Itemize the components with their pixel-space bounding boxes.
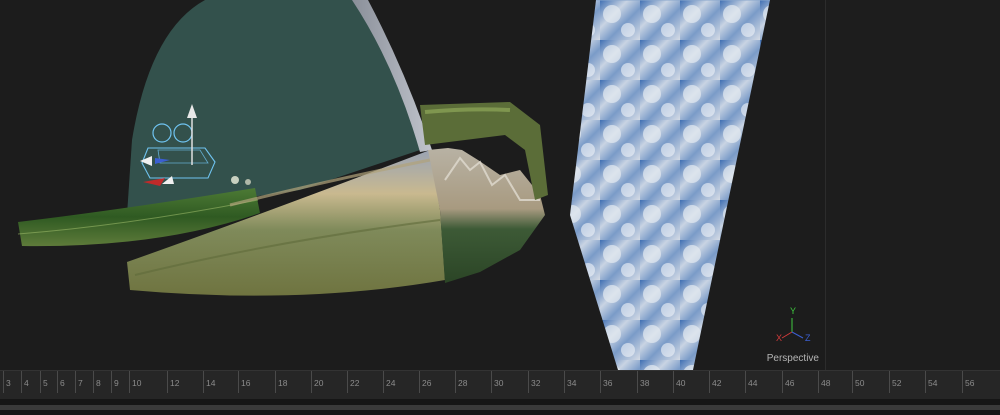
timeline-tick: 30 [491,371,503,393]
timeline-ruler[interactable]: 3 4 5 6 7 8 9 10 12 14 16 18 20 22 24 26 28 30 32 34 36 38 40 4… [0,370,1000,399]
timeline-tick: 56 [962,371,974,393]
timeline-scroll-track[interactable] [0,405,1000,410]
timeline-tick: 22 [347,371,359,393]
timeline-tick: 18 [275,371,287,393]
timeline-tick: 50 [852,371,864,393]
timeline-tick: 34 [564,371,576,393]
timeline-tick: 12 [167,371,179,393]
timeline-tick: 24 [383,371,395,393]
timeline-tick: 44 [745,371,757,393]
timeline-tick: 40 [673,371,685,393]
timeline-tick: 28 [455,371,467,393]
timeline-tick: 46 [782,371,794,393]
timeline-tick: 52 [889,371,901,393]
timeline-tick: 54 [925,371,937,393]
timeline-tick: 36 [600,371,612,393]
side-panel [825,0,1000,370]
sky-image-plane [570,0,770,370]
axis-z-label: Z [805,333,811,343]
timeline-tick: 10 [129,371,141,393]
timeline-tick: 20 [311,371,323,393]
timeline-tick: 26 [419,371,431,393]
axis-y-label: Y [790,306,797,316]
timeline-tick: 48 [818,371,830,393]
axis-x-label: X [776,333,783,343]
timeline-tick: 3 [3,371,11,393]
timeline-tick: 7 [75,371,83,393]
timeline-tick: 42 [709,371,721,393]
timeline-tick: 14 [203,371,215,393]
mountain-strip [428,148,545,283]
timeline-tick: 4 [21,371,29,393]
scene-render [17,0,770,370]
timeline-tick: 9 [111,371,119,393]
timeline-tick: 38 [637,371,649,393]
timeline-tick: 5 [40,371,48,393]
timeline-tick: 8 [93,371,101,393]
timeline-scrollbar[interactable] [0,399,1000,415]
3d-viewport[interactable]: Y X Z Perspective [0,0,825,370]
viewport-perspective-label[interactable]: Perspective [767,353,819,364]
timeline-tick: 32 [528,371,540,393]
timeline-tick: 16 [238,371,250,393]
timeline-tick: 6 [57,371,65,393]
